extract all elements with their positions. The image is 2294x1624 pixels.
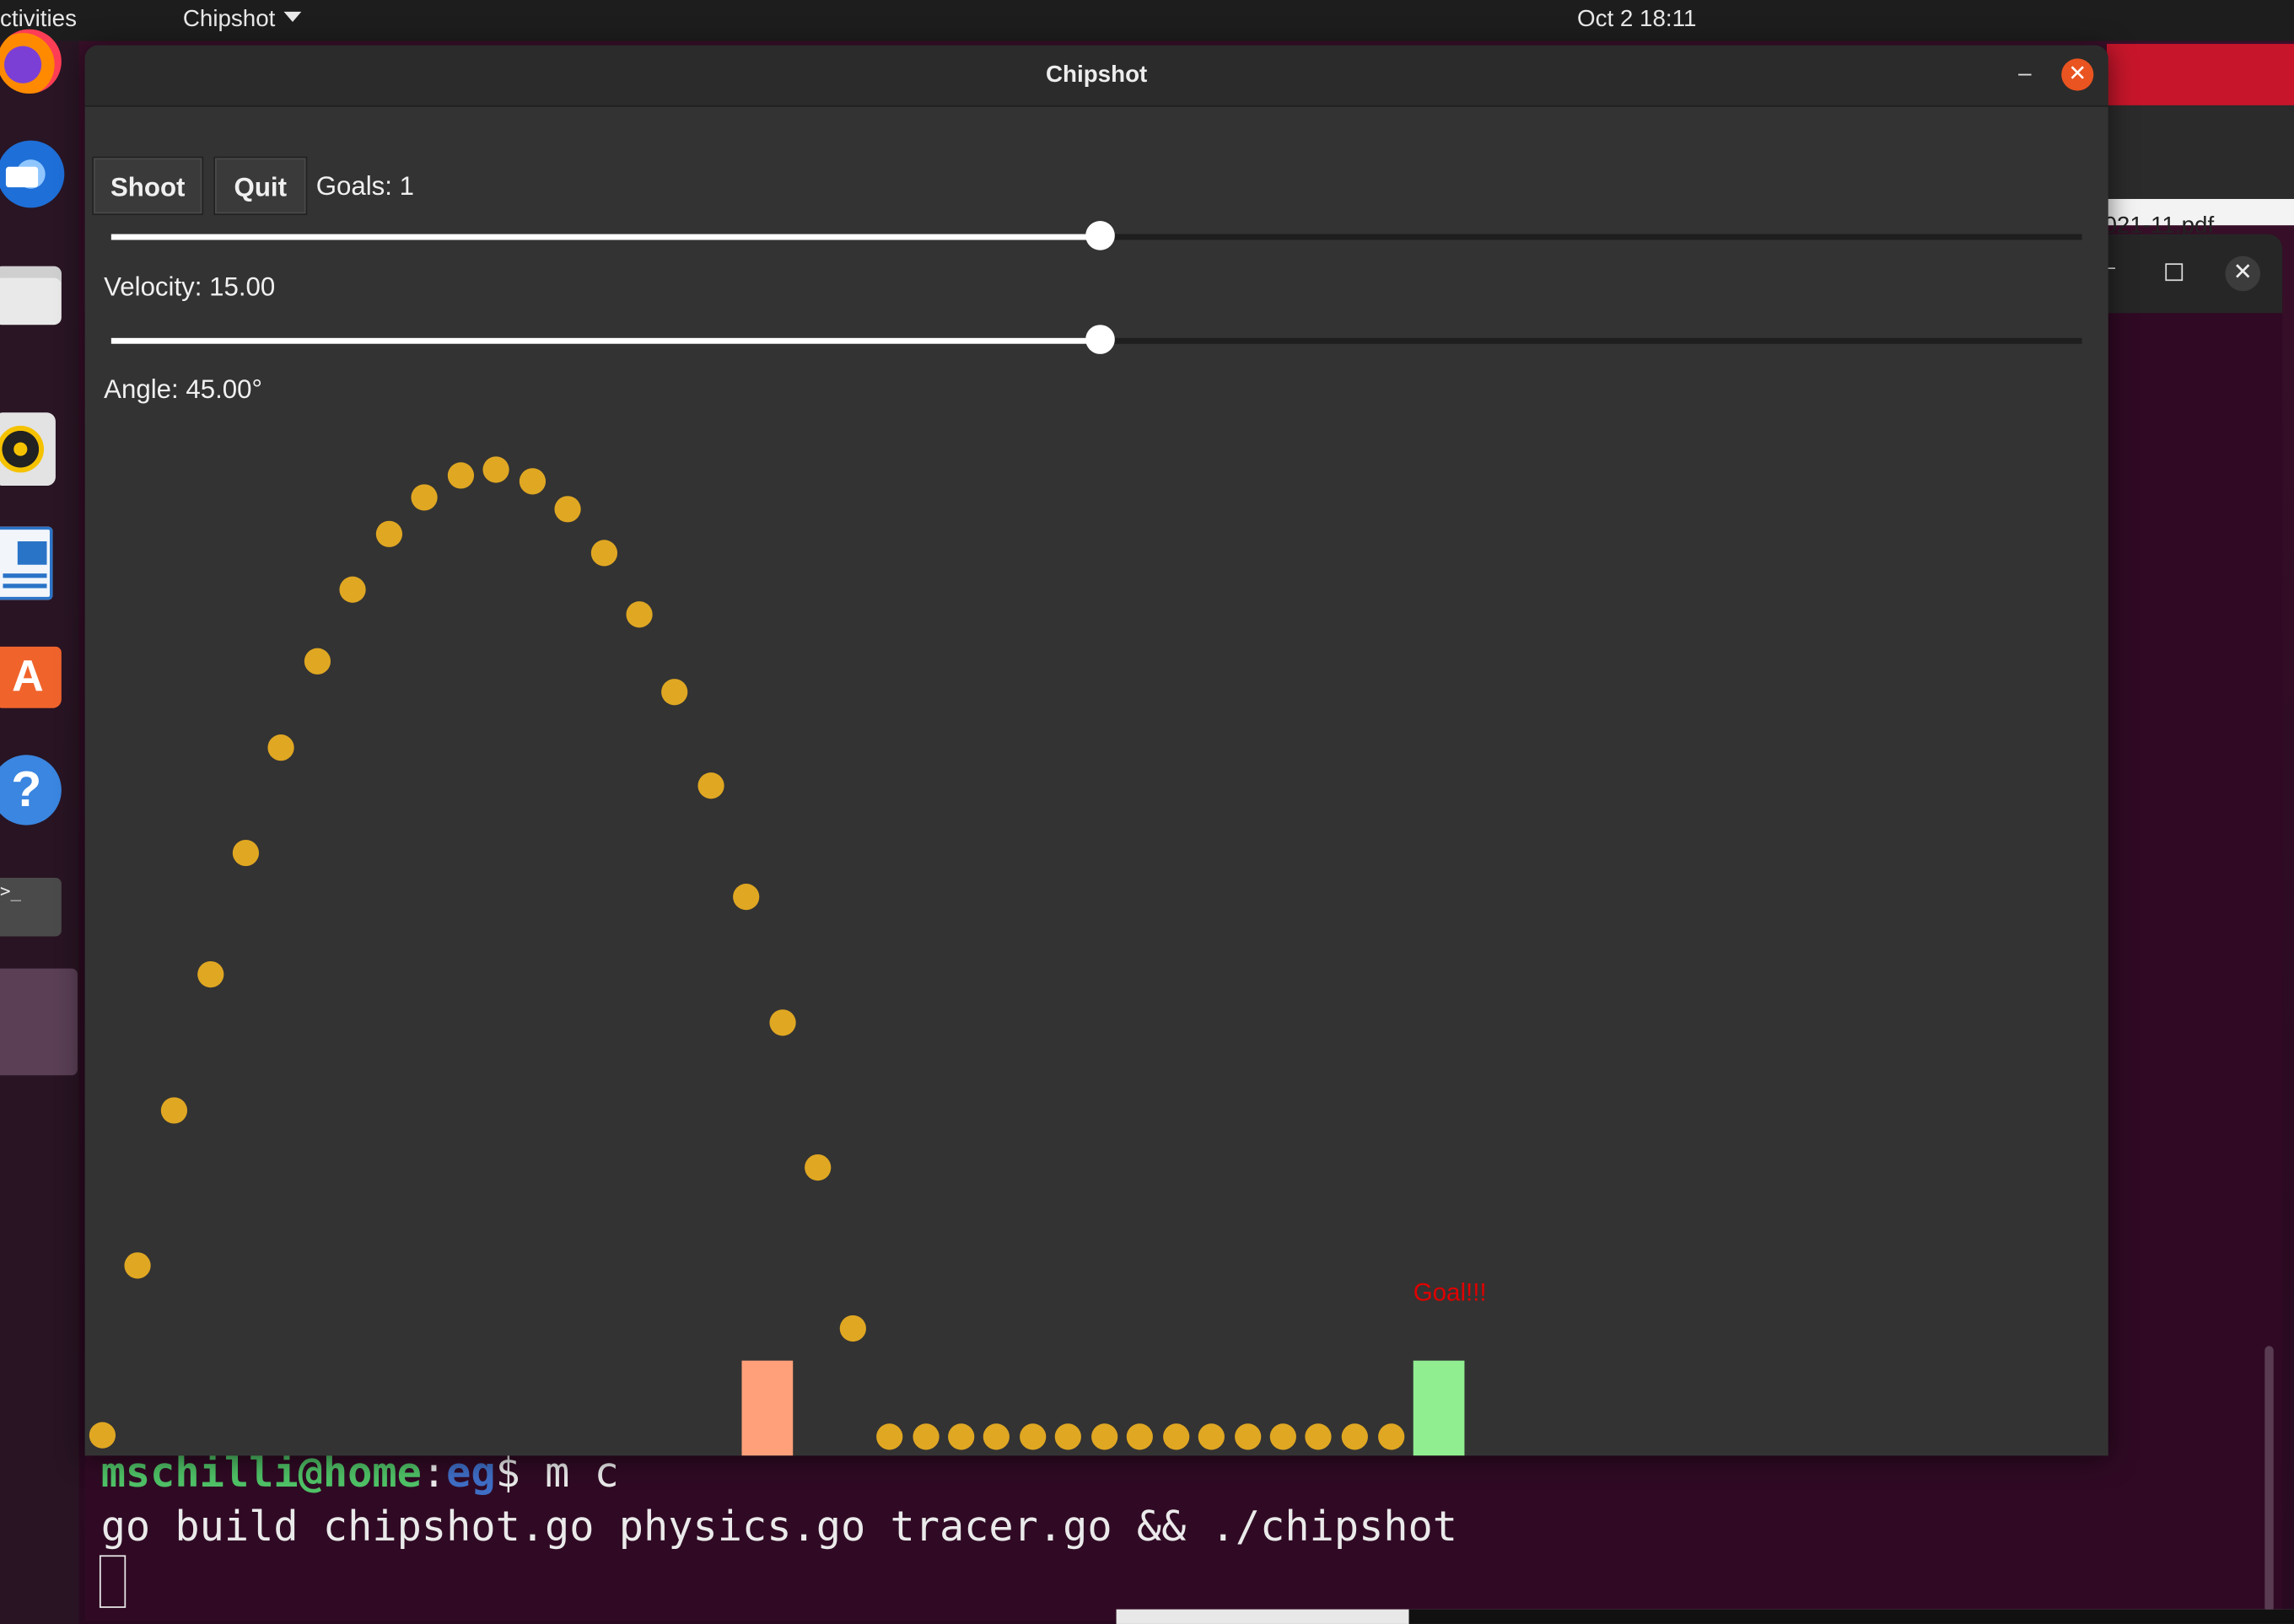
trajectory bbox=[89, 456, 1405, 1450]
ball-position bbox=[948, 1423, 975, 1450]
terminal-scrollbar[interactable] bbox=[2264, 1346, 2274, 1613]
ball-position bbox=[1091, 1423, 1118, 1450]
ball-position bbox=[1126, 1423, 1153, 1450]
firefox-launcher[interactable] bbox=[0, 26, 64, 94]
goal-block bbox=[1413, 1360, 1465, 1456]
ball-position bbox=[124, 1252, 151, 1279]
terminal-launcher[interactable]: >_ bbox=[0, 875, 64, 943]
ball-position bbox=[160, 1097, 188, 1124]
shopping-bag-icon: A bbox=[0, 646, 62, 708]
top-bar: ctivities Chipshot Oct 2 18:11 bbox=[0, 0, 2294, 41]
app-menu[interactable]: Chipshot bbox=[183, 8, 302, 34]
thunderbird-launcher[interactable] bbox=[0, 140, 65, 208]
ball-position bbox=[983, 1423, 1010, 1450]
ball-position bbox=[554, 496, 581, 523]
ball-position bbox=[267, 734, 294, 761]
ball-position bbox=[1305, 1423, 1332, 1450]
ball-position bbox=[805, 1153, 832, 1181]
ball-position bbox=[1054, 1423, 1081, 1450]
terminal-maximize-button[interactable] bbox=[2165, 263, 2184, 282]
chipshot-window: Chipshot – ✕ Shoot Quit Goals: 1 Velocit… bbox=[84, 45, 2108, 1456]
help-launcher[interactable]: ? bbox=[0, 755, 64, 825]
terminal-output-line: go build chipshot.go physics.go tracer.g… bbox=[100, 1502, 1458, 1551]
ball-position bbox=[447, 462, 475, 489]
background-pdf-window[interactable] bbox=[2106, 105, 2294, 226]
writer-launcher[interactable] bbox=[0, 524, 64, 600]
ball-position bbox=[661, 679, 688, 706]
ball-position bbox=[1341, 1423, 1368, 1450]
ball-position bbox=[876, 1423, 903, 1450]
ball-position bbox=[626, 601, 653, 628]
image-glyph-icon bbox=[17, 540, 47, 565]
ball-position bbox=[482, 456, 509, 483]
dock-active-app-indicator[interactable] bbox=[0, 968, 78, 1076]
desktop: 021-11.pdf – ✕ mschilli@home:eg$ m c go … bbox=[0, 0, 2294, 1624]
ball-position bbox=[304, 648, 331, 675]
ball-position bbox=[1269, 1423, 1296, 1450]
clock[interactable]: Oct 2 18:11 bbox=[1577, 8, 1696, 34]
ball-position bbox=[697, 772, 724, 799]
rhythmbox-launcher[interactable] bbox=[0, 410, 64, 487]
ball-position bbox=[197, 960, 224, 988]
envelope-icon bbox=[5, 166, 39, 188]
ball-position bbox=[1198, 1423, 1225, 1450]
ball-position bbox=[411, 484, 438, 511]
ball-position bbox=[519, 468, 547, 495]
help-icon: ? bbox=[0, 755, 62, 825]
terminal-icon: >_ bbox=[0, 878, 62, 937]
firefox-icon bbox=[0, 29, 62, 94]
ball-position bbox=[1235, 1423, 1262, 1450]
ball-position bbox=[1163, 1423, 1190, 1450]
ball-position bbox=[769, 1009, 796, 1036]
background-wallpaper-strip bbox=[1116, 1609, 2294, 1624]
ball-position bbox=[89, 1422, 116, 1449]
software-launcher[interactable]: A bbox=[0, 638, 64, 708]
game-field bbox=[89, 456, 1465, 1456]
ball-position bbox=[339, 576, 366, 603]
terminal-cursor bbox=[99, 1555, 127, 1608]
ball-position bbox=[913, 1423, 940, 1450]
caret-down-icon bbox=[283, 11, 302, 23]
ball-position bbox=[1020, 1423, 1047, 1450]
ball-position bbox=[375, 520, 403, 547]
ball-position bbox=[839, 1315, 866, 1342]
background-window-titlebar[interactable] bbox=[2106, 44, 2294, 105]
app-menu-label: Chipshot bbox=[182, 7, 276, 33]
folder-icon bbox=[0, 266, 62, 325]
files-launcher[interactable] bbox=[0, 257, 64, 325]
obstacle-block bbox=[741, 1360, 794, 1456]
ball-position bbox=[232, 839, 260, 867]
ball-position bbox=[733, 884, 760, 911]
terminal-close-button[interactable]: ✕ bbox=[2225, 255, 2261, 292]
ball-position bbox=[590, 540, 618, 567]
goal-message: Goal!!! bbox=[1413, 1278, 1487, 1307]
ball-position bbox=[1378, 1423, 1405, 1450]
